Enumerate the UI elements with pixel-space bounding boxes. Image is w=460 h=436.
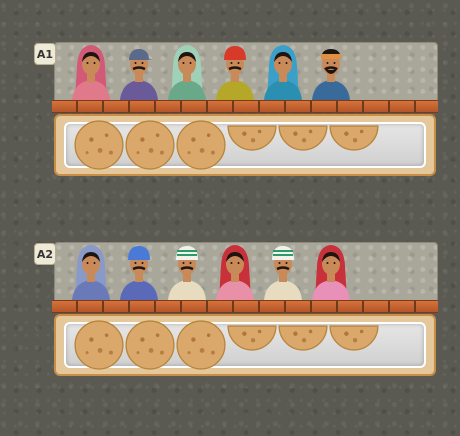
woman-figure [68,240,114,300]
half-roti [227,124,277,152]
woman-figure [260,40,306,100]
panel-label: A2 [34,243,56,265]
woman-figure [164,40,210,100]
woman-figure [308,240,354,300]
whole-roti [176,120,226,170]
panel-a2: A2 [32,240,438,390]
panel-a1: A1 [32,40,438,190]
man-figure [260,240,306,300]
whole-roti [176,320,226,370]
woman-figure [68,40,114,100]
half-roti [278,324,328,352]
half-roti [329,124,379,152]
man-figure [308,40,354,100]
man-figure [212,40,258,100]
panel-label: A1 [34,43,56,65]
half-roti [278,124,328,152]
brick-ledge [52,100,438,113]
woman-figure [212,240,258,300]
man-figure [164,240,210,300]
whole-roti [125,120,175,170]
whole-roti [74,120,124,170]
man-figure [116,240,162,300]
half-roti [227,324,277,352]
whole-roti [125,320,175,370]
half-roti [329,324,379,352]
brick-ledge [52,300,438,313]
man-figure [116,40,162,100]
whole-roti [74,320,124,370]
